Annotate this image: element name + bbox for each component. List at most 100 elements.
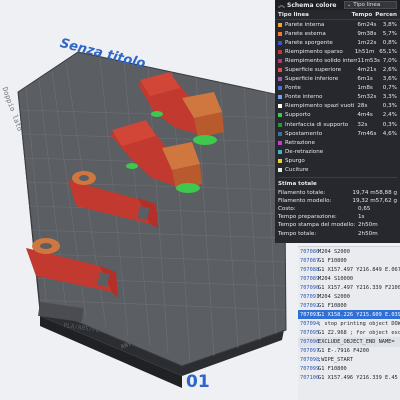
divider (278, 176, 397, 178)
legend-item[interactable]: Spostamento 7m46s 4,6% (275, 129, 400, 138)
legend-item-time: 1m22s (357, 39, 377, 46)
estimate-row: Filamento totale: 19,74 m 58,88 g (275, 189, 400, 197)
legend-header[interactable]: ︽ Schema colore ⌄ Tipo linea (275, 0, 400, 10)
gcode-line-number: 707089 (300, 275, 320, 282)
color-swatch (278, 68, 282, 73)
estimate-value: 1s (358, 214, 365, 221)
estimate-value-2: 57,62 g (375, 197, 397, 204)
legend-item-label: Cuciture (285, 167, 309, 174)
collapse-icon[interactable]: ︽ (278, 0, 287, 10)
legend-item-time: 6m24s (357, 21, 377, 28)
col-percent: Percen (375, 11, 397, 18)
color-swatch (278, 168, 282, 173)
gcode-line[interactable]: 707089 M204 S10000 (298, 274, 400, 283)
gcode-line-text: EXCLUDE_OBJECT_END NAME= (318, 338, 395, 345)
gcode-line-text: G1 X158.226 Y215.609 E.0391 (318, 311, 400, 318)
chevron-down-icon: ⌄ (347, 2, 352, 8)
legend-item-label: Supporto (285, 112, 311, 119)
legend-item-label: Riempimento sparso (285, 48, 343, 55)
color-swatch (278, 40, 282, 45)
legend-item[interactable]: Spurgo (275, 156, 400, 165)
gcode-line[interactable]: 707099 G1 F10800 (298, 365, 400, 374)
gcode-line[interactable]: 707100 G1 X157.496 Y216.339 E.45 (298, 374, 400, 383)
legend-item[interactable]: Supporto 4m4s 2,4% (275, 111, 400, 120)
legend-item[interactable]: Riempimento spazi vuoti 28s 0,3% (275, 102, 400, 111)
legend-item-label: Riempimento solido interno (285, 57, 358, 64)
legend-item-time: 9m38s (357, 30, 377, 37)
gcode-line[interactable]: 707092 G1 F10800 (298, 301, 400, 310)
gcode-line[interactable]: 707094; stop printing object DOWN (298, 319, 400, 328)
estimate-row: Filamento modello: 19,32 m 57,62 g (275, 197, 400, 205)
gcode-line[interactable]: 707096 EXCLUDE_OBJECT_END NAME= (298, 337, 400, 347)
gcode-line[interactable]: 707087 G1 F10800 (298, 256, 400, 265)
legend-item[interactable]: Interfaccia di supporto 32s 0,3% (275, 120, 400, 129)
gcode-line[interactable]: 707098 ;WIPE_START (298, 356, 400, 365)
legend-item-time: 11m53s (357, 57, 380, 64)
legend-item-time: 1m8s (357, 85, 373, 92)
legend-item-percent: 5,7% (382, 30, 397, 37)
legend-item-label: Parete sporgente (285, 39, 333, 46)
legend-item-label: Superficie superiore (285, 67, 342, 74)
color-swatch (278, 22, 282, 27)
gcode-line[interactable]: 707093 G1 X158.226 Y215.609 E.0391 (298, 310, 400, 320)
legend-item-label: Spurgo (285, 157, 305, 164)
gcode-line-text: G1 X157.496 Y216.339 E.45 (318, 375, 398, 382)
plate-number[interactable]: 01 (186, 372, 210, 392)
gcode-line-text: G1 E-.7916 F4200 (318, 348, 370, 355)
estimate-row: Tempo preparazione: 1s (275, 213, 400, 221)
estimate-label: Costo: (278, 206, 296, 213)
col-line-type: Tipo linea (278, 11, 309, 18)
legend-item[interactable]: Cuciture (275, 166, 400, 175)
gcode-line-number: 707094 (300, 320, 320, 327)
estimate-value: 2h50m (358, 222, 378, 229)
legend-item-label: Parete interna (285, 21, 325, 28)
gcode-line-text: G1 Z2.968 ; for object exclus (318, 329, 400, 336)
legend-item[interactable]: Riempimento sparso 1h51m 65,1% (275, 47, 400, 56)
legend-item[interactable]: Parete sporgente 1m22s 0,8% (275, 38, 400, 47)
estimate-value-2: 58,88 g (375, 189, 397, 196)
gcode-line-text: G1 X157.497 Y216.849 E.0675 (318, 266, 400, 273)
legend-title: Schema colore (287, 1, 337, 9)
gcode-line[interactable]: 707095G1 Z2.968 ; for object exclus (298, 328, 400, 337)
gcode-viewer[interactable]: 707086 M204 S2000 707087 G1 F10800 707088 G1 … (298, 246, 400, 400)
legend-item-label: Spostamento (285, 130, 323, 137)
legend-item-percent: 0,3% (382, 121, 397, 128)
gcode-line[interactable]: 707097 G1 E-.7916 F4200 (298, 347, 400, 356)
legend-item[interactable]: Retrazione (275, 138, 400, 147)
legend-item[interactable]: Riempimento solido interno 11m53s 7,0% (275, 56, 400, 65)
gcode-line-number: 707088 (300, 266, 320, 273)
gcode-line-number: 707092 (300, 302, 320, 309)
legend-item[interactable]: Ponte interno 5m32s 3,3% (275, 93, 400, 102)
gcode-line-number: 707097 (300, 348, 320, 355)
legend-item[interactable]: Superficie superiore 4m21s 2,6% (275, 65, 400, 74)
color-swatch (278, 122, 282, 127)
legend-item[interactable]: Parete interna 6m24s 3,8% (275, 20, 400, 29)
gcode-line-number: 707093 (300, 311, 320, 318)
legend-item[interactable]: Ponte 1m8s 0,7% (275, 84, 400, 93)
legend-item-label: Riempimento spazi vuoti (285, 103, 355, 110)
legend-item-label: Interfaccia di supporto (285, 121, 349, 128)
col-time: Tempo (351, 11, 373, 18)
legend-item[interactable]: Superficie inferiore 6m1s 3,6% (275, 75, 400, 84)
view-type-select[interactable]: ⌄ Tipo linea (344, 1, 397, 9)
legend-item-time: 1h51m (354, 48, 375, 55)
color-swatch (278, 104, 282, 109)
view-type-value: Tipo linea (353, 2, 381, 8)
legend-item[interactable]: De-retrazione (275, 147, 400, 156)
gcode-line-text: M204 S2000 (318, 293, 350, 300)
color-swatch (278, 58, 282, 63)
estimate-list: Filamento totale: 19,74 m 58,88 g Filamento… (275, 189, 400, 238)
gcode-line[interactable]: 707088 G1 X157.497 Y216.849 E.0675 (298, 265, 400, 274)
legend-item-time: 6m1s (357, 76, 373, 83)
gcode-line-text: M204 S2000 (318, 248, 350, 255)
legend-item-percent: 65,1% (379, 48, 397, 55)
gcode-line[interactable]: 707090 G1 X157.497 Y216.339 F2100 (298, 283, 400, 292)
gcode-line[interactable]: 707091 M204 S2000 (298, 292, 400, 301)
legend-item[interactable]: Parete esterna 9m38s 5,7% (275, 29, 400, 38)
gcode-line-number: 707096 (300, 338, 320, 345)
gcode-line-number: 707095 (300, 329, 320, 336)
legend-item-time: 4m4s (357, 112, 373, 119)
legend-item-percent: 3,8% (382, 21, 397, 28)
gcode-line[interactable]: 707086 M204 S2000 (298, 247, 400, 256)
color-swatch (278, 49, 282, 54)
